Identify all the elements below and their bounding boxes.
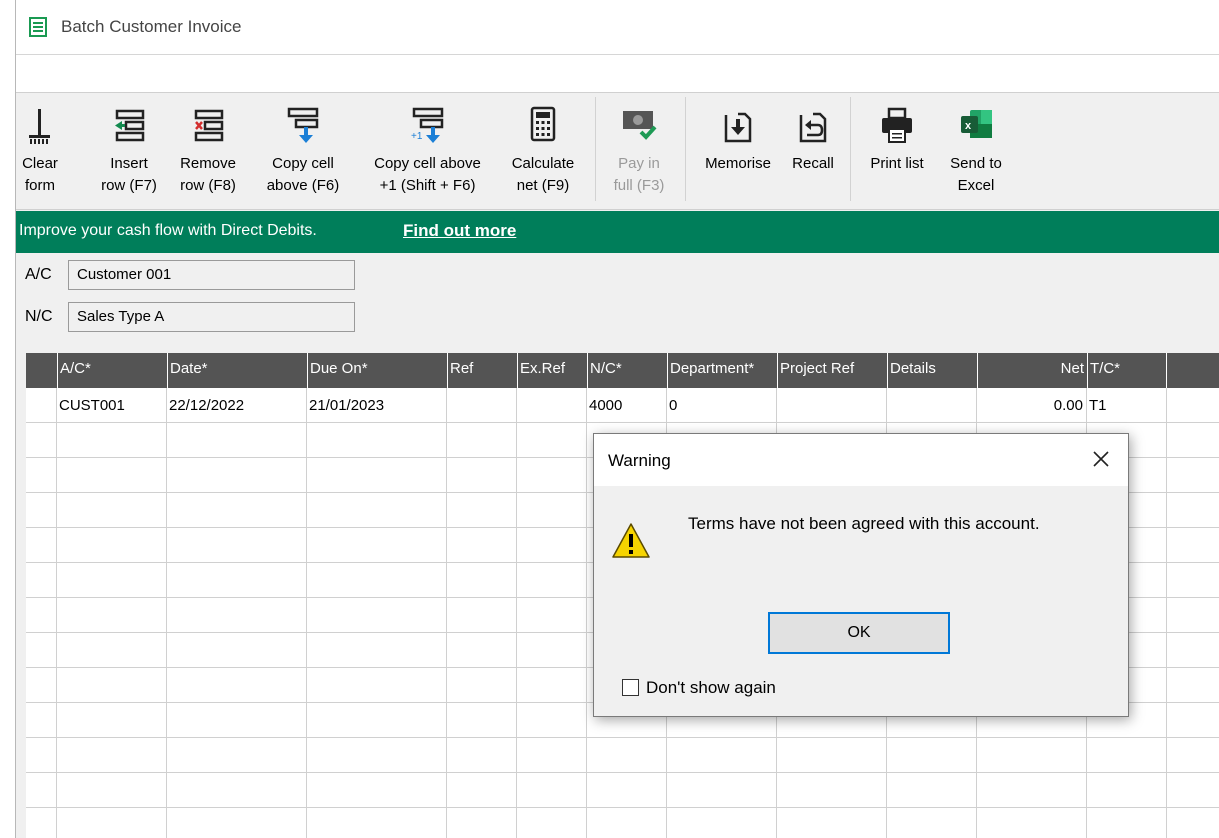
grid-row-line — [26, 422, 1219, 423]
excel-icon: x — [961, 110, 992, 138]
memorise-label: Memorise — [705, 155, 771, 172]
col-header-tc[interactable]: T/C* — [1087, 353, 1167, 388]
grid-column-line — [516, 388, 517, 838]
svg-text:+1: +1 — [411, 131, 423, 142]
banknote-check-icon — [623, 111, 657, 140]
grid-row-line — [26, 772, 1219, 773]
clear-form-button[interactable]: Clear form — [16, 99, 64, 203]
col-header-net[interactable]: Net — [977, 353, 1087, 388]
cell-tc[interactable]: T1 — [1089, 397, 1107, 414]
toolbar-separator — [595, 97, 596, 201]
copy-cell-above-plus-one-label: Copy cell above +1 (Shift + F6) — [374, 155, 481, 194]
cell-nc[interactable]: 4000 — [589, 397, 622, 414]
title-bar: Batch Customer Invoice — [16, 0, 1219, 55]
calculator-icon — [530, 106, 556, 142]
send-to-excel-button[interactable]: x Send to Excel — [940, 99, 1012, 203]
close-icon[interactable] — [1088, 446, 1114, 472]
remove-row-label: Remove row (F8) — [180, 155, 236, 194]
direct-debit-banner: Improve your cash flow with Direct Debit… — [16, 211, 1219, 253]
calculate-net-button[interactable]: Calculate net (F9) — [504, 99, 582, 203]
recall-label: Recall — [792, 155, 834, 172]
toolbar-separator — [850, 97, 851, 201]
find-out-more-link[interactable]: Find out more — [403, 221, 516, 241]
grid-row-line — [26, 807, 1219, 808]
copy-cell-plus-one-icon: +1 — [411, 107, 443, 143]
col-header-ac[interactable]: A/C* — [57, 353, 167, 388]
grid-column-line — [586, 388, 587, 838]
col-header-project-ref[interactable]: Project Ref — [777, 353, 887, 388]
toolbar-separator — [685, 97, 686, 201]
grid-column-line — [306, 388, 307, 838]
col-header-due-on[interactable]: Due On* — [307, 353, 447, 388]
cell-ac[interactable]: CUST001 — [59, 397, 125, 414]
pay-in-full-button[interactable]: Pay in full (F3) — [603, 99, 675, 203]
memorise-button[interactable]: Memorise — [696, 99, 780, 203]
insert-row-icon — [115, 109, 145, 142]
warning-dialog: Warning Terms have not been agreed with … — [593, 433, 1129, 717]
broom-icon — [29, 109, 50, 144]
dialog-title-bar: Warning — [594, 434, 1128, 486]
ok-button[interactable]: OK — [768, 612, 950, 654]
remove-row-icon — [194, 109, 224, 142]
col-header-ex-ref[interactable]: Ex.Ref — [517, 353, 587, 388]
svg-text:x: x — [965, 120, 972, 132]
recall-button[interactable]: Recall — [786, 99, 840, 203]
recall-icon — [799, 112, 827, 143]
nc-label: N/C — [25, 308, 53, 325]
insert-row-button[interactable]: Insert row (F7) — [90, 99, 168, 203]
col-header-ref[interactable]: Ref — [447, 353, 517, 388]
cell-date[interactable]: 22/12/2022 — [169, 397, 244, 414]
clear-form-label: Clear form — [22, 155, 58, 194]
window-title: Batch Customer Invoice — [61, 17, 242, 36]
grid-column-line — [56, 388, 57, 838]
col-header-nc[interactable]: N/C* — [587, 353, 667, 388]
grid-column-line — [166, 388, 167, 838]
pay-in-full-label: Pay in full (F3) — [613, 155, 665, 194]
menu-bar — [16, 55, 1219, 93]
ac-field: Customer 001 — [68, 260, 355, 290]
nc-field: Sales Type A — [68, 302, 355, 332]
copy-cell-above-icon — [287, 107, 319, 143]
grid-row-line — [26, 737, 1219, 738]
cell-due-on[interactable]: 21/01/2023 — [309, 397, 384, 414]
insert-row-label: Insert row (F7) — [101, 155, 157, 194]
toolbar: Clear form Insert row (F7) Remove row (F… — [16, 93, 1219, 210]
calculate-net-label: Calculate net (F9) — [511, 155, 575, 194]
print-list-button[interactable]: Print list — [860, 99, 934, 203]
col-header-details[interactable]: Details — [887, 353, 977, 388]
banner-text: Improve your cash flow with Direct Debit… — [19, 222, 317, 239]
grid-column-line — [446, 388, 447, 838]
dialog-message: Terms have not been agreed with this acc… — [688, 514, 1040, 533]
col-header-date[interactable]: Date* — [167, 353, 307, 388]
print-list-label: Print list — [870, 155, 924, 172]
grid-column-line — [1166, 388, 1167, 838]
grid-header: A/C* Date* Due On* Ref Ex.Ref N/C* Depar… — [26, 353, 1219, 388]
ac-label: A/C — [25, 266, 52, 283]
dont-show-again-label[interactable]: Don't show again — [646, 678, 776, 698]
cell-department[interactable]: 0 — [669, 397, 677, 414]
dialog-title: Warning — [608, 451, 671, 470]
remove-row-button[interactable]: Remove row (F8) — [171, 99, 245, 203]
ledger-book-icon — [29, 17, 47, 37]
copy-cell-above-label: Copy cell above (F6) — [266, 155, 340, 194]
copy-cell-above-plus-one-button[interactable]: +1 Copy cell above +1 (Shift + F6) — [360, 99, 495, 203]
copy-cell-above-button[interactable]: Copy cell above (F6) — [259, 99, 347, 203]
memorise-icon — [724, 112, 752, 143]
cell-net[interactable]: 0.00 — [977, 397, 1083, 414]
dont-show-again-checkbox[interactable] — [622, 679, 639, 696]
send-to-excel-label: Send to Excel — [950, 155, 1002, 194]
warning-triangle-icon — [612, 523, 650, 558]
printer-icon — [882, 107, 912, 143]
col-header-department[interactable]: Department* — [667, 353, 777, 388]
